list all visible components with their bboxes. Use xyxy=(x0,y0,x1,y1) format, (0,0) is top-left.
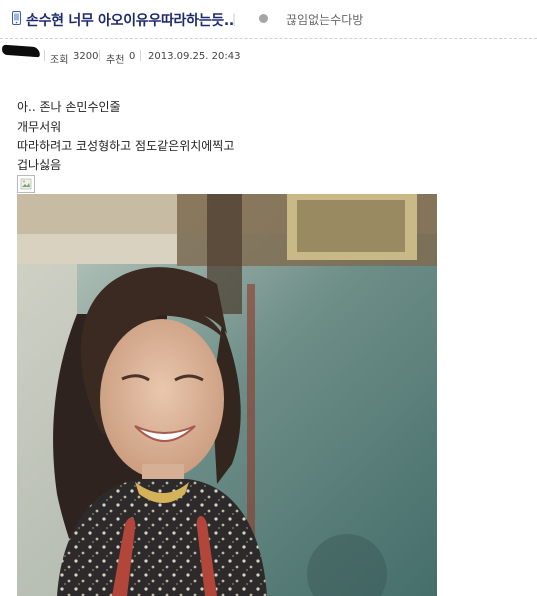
meta-divider xyxy=(44,50,45,61)
recommend-label: 추천 xyxy=(106,55,125,66)
gallery-name-link[interactable]: 끊임없는수다방 xyxy=(286,11,363,28)
post-header: 손수현 너무 아오이유우따라하는듯.. | 끊임없는수다방 xyxy=(0,0,537,39)
views-label: 조회 xyxy=(50,55,69,66)
mobile-phone-icon xyxy=(12,11,21,25)
meta-divider xyxy=(99,50,100,61)
post-datetime: 2013.09.25. 20:43 xyxy=(148,51,241,62)
post-line: 겁나싫음 xyxy=(17,158,62,172)
post-line: 아.. 존나 손민수인줄 xyxy=(17,100,121,114)
smiling-woman-photo xyxy=(17,194,437,596)
post-line: 개무서워 xyxy=(17,120,62,134)
author-name-redacted xyxy=(1,44,41,58)
recommend-count: 0 xyxy=(129,51,136,62)
header-divider: | xyxy=(232,12,237,26)
meta-divider xyxy=(140,50,141,61)
post-title[interactable]: 손수현 너무 아오이유우따라하는듯.. xyxy=(26,10,234,30)
post-line: 따라하려고 코성형하고 점도같은위치에찍고 xyxy=(17,139,235,153)
post-meta: 조회 3200 추천 0 2013.09.25. 20:43 xyxy=(0,40,537,70)
views-count: 3200 xyxy=(73,51,99,62)
broken-image-icon[interactable] xyxy=(17,175,35,193)
gray-dot-icon xyxy=(259,14,268,23)
